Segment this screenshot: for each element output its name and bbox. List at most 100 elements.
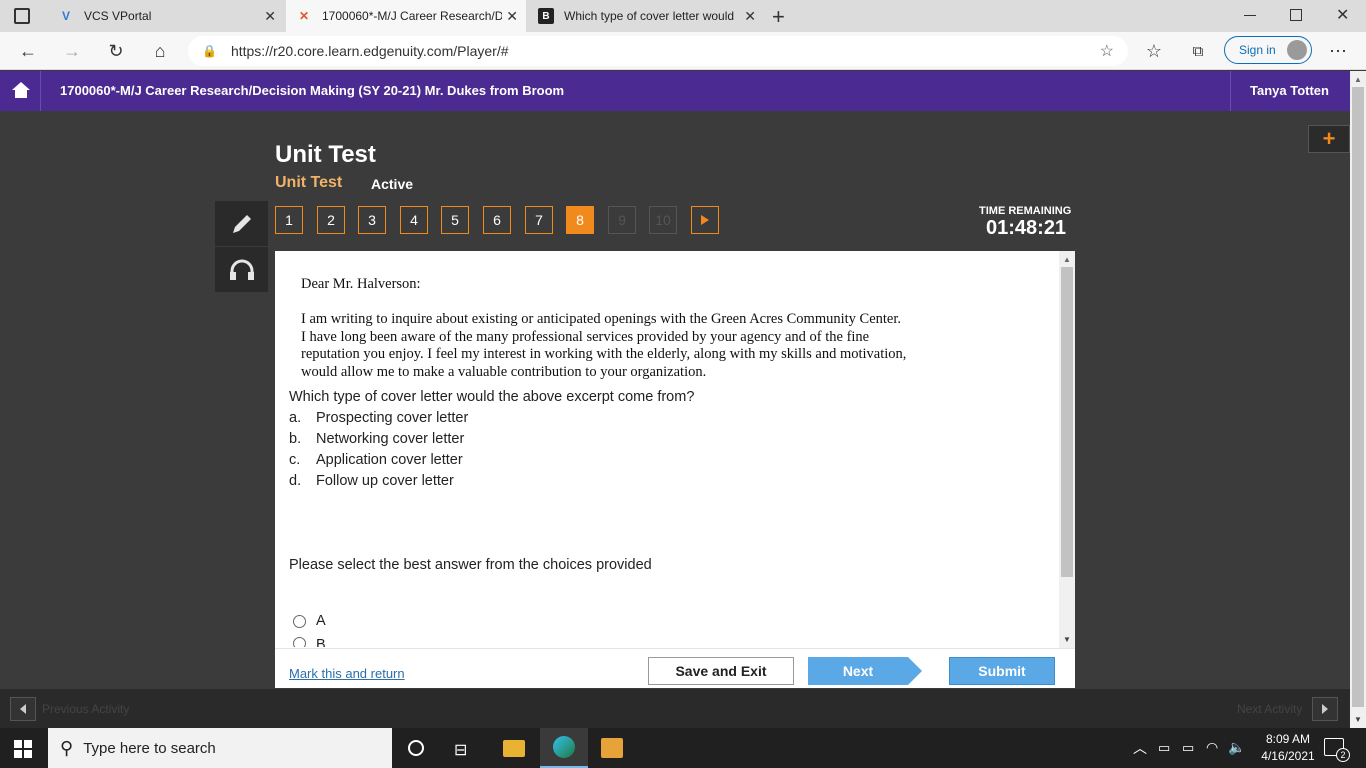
question-2-button[interactable]: 2 [317, 206, 345, 234]
choice-d: d. Follow up cover letter [289, 473, 454, 489]
home-icon[interactable] [10, 79, 32, 101]
pencil-tool-button[interactable] [215, 201, 268, 246]
next-activity-label: Next Activity [1237, 702, 1303, 716]
wifi-icon[interactable]: ◠ [1206, 739, 1218, 756]
more-icon[interactable]: ⋯ [1326, 39, 1350, 63]
volume-icon[interactable]: 🔈 [1228, 739, 1245, 756]
close-window-icon[interactable]: ✕ [1336, 5, 1349, 25]
back-icon[interactable]: ← [16, 39, 40, 63]
close-tab-icon[interactable]: ✕ [264, 8, 276, 25]
mark-and-return-link[interactable]: Mark this and return [289, 666, 405, 681]
answer-instruction: Please select the best answer from the c… [289, 557, 652, 573]
avatar [1287, 40, 1307, 60]
save-and-exit-button[interactable]: Save and Exit [648, 657, 794, 685]
windows-start-icon[interactable] [14, 740, 32, 758]
page-scrollbar[interactable]: ▲ ▼ [1350, 71, 1366, 728]
left-arrow-icon [20, 704, 26, 714]
activity-page: + Unit Test Unit Test Active 1 2 3 4 5 6… [0, 111, 1350, 689]
choice-letter: a. [289, 410, 302, 426]
browser-tab-vportal[interactable]: V VCS VPortal ✕ [48, 0, 284, 32]
question-8-button[interactable]: 8 [566, 206, 594, 234]
window-menu-icon[interactable] [14, 8, 30, 24]
refresh-icon[interactable]: ↻ [104, 39, 128, 63]
question-3-button[interactable]: 3 [358, 206, 386, 234]
radio-button[interactable] [293, 637, 306, 647]
tab-title: VCS VPortal [84, 9, 152, 23]
next-button[interactable]: Next [808, 657, 908, 685]
sign-in-button[interactable]: Sign in [1224, 36, 1312, 64]
previous-activity-button[interactable] [10, 697, 36, 721]
choice-letter: d. [289, 473, 302, 489]
question-7-button[interactable]: 7 [525, 206, 553, 234]
close-tab-icon[interactable]: ✕ [506, 8, 518, 25]
file-explorer-icon[interactable] [503, 740, 525, 757]
choice-a: a. Prospecting cover letter [289, 410, 468, 426]
next-activity-button[interactable] [1312, 697, 1338, 721]
expand-panel-button[interactable]: + [1308, 125, 1350, 153]
scroll-thumb[interactable] [1061, 267, 1073, 577]
search-placeholder: Type here to search [83, 739, 216, 757]
previous-activity-label: Previous Activity [42, 702, 130, 716]
clock-time[interactable]: 8:09 AM [1258, 732, 1318, 746]
favorites-icon[interactable]: ☆ [1142, 39, 1166, 63]
battery-icon[interactable]: ▭ [1182, 740, 1194, 756]
choice-text: Follow up cover letter [316, 473, 454, 489]
store-icon[interactable] [601, 738, 623, 758]
choice-letter: b. [289, 431, 302, 447]
cortana-icon[interactable] [408, 740, 424, 756]
question-4-button[interactable]: 4 [400, 206, 428, 234]
minimize-icon[interactable] [1244, 15, 1256, 16]
tab-title: 1700060*-M/J Career Research/D [322, 9, 502, 23]
browser-tab-brainly[interactable]: B Which type of cover letter would ✕ [528, 0, 764, 32]
time-remaining-label: TIME REMAINING [979, 205, 1072, 217]
edge-taskbar-icon[interactable] [540, 728, 588, 768]
course-header: 1700060*-M/J Career Research/Decision Ma… [0, 71, 1350, 111]
task-view-icon[interactable]: ⊟ [454, 740, 467, 760]
add-favorite-icon[interactable]: ☆ [1100, 41, 1114, 61]
address-bar[interactable]: 🔒 https://r20.core.learn.edgenuity.com/P… [188, 36, 1128, 66]
notification-count: 2 [1336, 748, 1350, 762]
home-icon[interactable]: ⌂ [148, 39, 172, 63]
clock-date[interactable]: 4/16/2021 [1254, 749, 1322, 763]
collections-icon[interactable]: ⧉ [1186, 39, 1210, 63]
audio-tool-button[interactable] [215, 247, 268, 292]
edgenuity-icon: ✕ [298, 9, 310, 23]
headphones-icon [229, 259, 254, 280]
submit-button[interactable]: Submit [949, 657, 1055, 685]
next-question-arrow[interactable] [691, 206, 719, 234]
course-title: 1700060*-M/J Career Research/Decision Ma… [60, 83, 565, 98]
radio-label: B [316, 637, 326, 647]
sign-in-label: Sign in [1239, 43, 1276, 57]
scroll-down-arrow[interactable]: ▼ [1354, 715, 1362, 724]
meet-now-icon[interactable]: ▭ [1158, 740, 1170, 756]
question-6-button[interactable]: 6 [483, 206, 511, 234]
panel-scrollbar[interactable]: ▲ ▼ [1059, 251, 1075, 648]
new-tab-icon[interactable]: + [772, 4, 785, 30]
radio-option-a[interactable]: A [293, 613, 326, 629]
question-1-button[interactable]: 1 [275, 206, 303, 234]
restore-icon[interactable] [1290, 9, 1302, 21]
radio-option-b[interactable]: B [293, 637, 326, 647]
letter-salutation: Dear Mr. Halverson: [301, 276, 421, 292]
scroll-down-arrow[interactable]: ▼ [1063, 635, 1071, 644]
close-tab-icon[interactable]: ✕ [744, 8, 756, 25]
system-tray-chevron-icon[interactable]: ︿ [1133, 738, 1147, 758]
scroll-up-arrow[interactable]: ▲ [1063, 255, 1071, 264]
radio-button[interactable] [293, 614, 306, 628]
choice-text: Application cover letter [316, 452, 463, 468]
letter-line: reputation you enjoy. I feel my interest… [301, 346, 907, 362]
question-9-button: 9 [608, 206, 636, 234]
activity-heading: Unit Test [275, 141, 376, 168]
search-icon: ⚲ [60, 737, 74, 758]
question-10-button: 10 [649, 206, 677, 234]
forward-icon[interactable]: → [60, 39, 84, 63]
browser-tab-career[interactable]: ✕ 1700060*-M/J Career Research/D ✕ [286, 0, 526, 32]
choice-text: Networking cover letter [316, 431, 465, 447]
user-name[interactable]: Tanya Totten [1250, 83, 1329, 98]
scroll-up-arrow[interactable]: ▲ [1354, 75, 1362, 84]
scroll-thumb[interactable] [1352, 87, 1364, 707]
question-5-button[interactable]: 5 [441, 206, 469, 234]
radio-label: A [316, 613, 326, 629]
taskbar-search[interactable]: ⚲ Type here to search [48, 728, 392, 768]
next-arrow-tip [908, 657, 922, 685]
